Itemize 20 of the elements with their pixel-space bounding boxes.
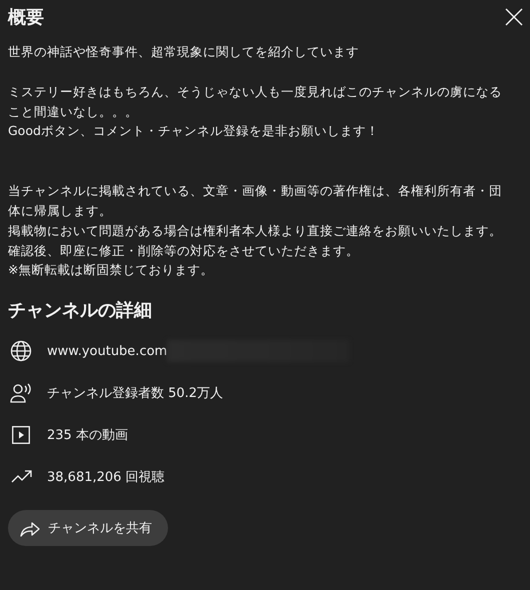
detail-text: 38,681,206 回視聴 [47,469,165,486]
person-icon [10,383,32,404]
description-text: Goodボタン、コメント・チャンネル登録を是非お願いします！ [8,122,380,140]
globe-icon [10,340,32,362]
detail-text: 235 本の動画 [47,427,128,444]
panel-title: 概要 [8,6,44,29]
description-text: 掲載物において問題がある場合は権利者本人様より直接ご連絡をお願いいたします。 [8,222,503,240]
close-icon [505,8,523,26]
description-text: ミステリー好きはもちろん、そうじゃない人も一度見ればこのチャンネルの虜になること間違いなし。。。 [8,82,503,121]
share-button[interactable]: チャンネルを共有 [8,510,168,546]
description-text: 世界の神話や怪奇事件、超常現象に関してを紹介しています [8,43,360,61]
description-text: ※無断転載は断固禁じております。 [8,261,214,280]
channel-link[interactable]: www.youtube.com [47,344,168,359]
close-button[interactable] [504,7,524,27]
trending-icon [10,470,32,484]
description-text: 確認後、即座に修正・削除等の対応をさせていただきます。 [8,242,360,260]
section-heading: チャンネルの詳細 [8,299,153,322]
play-icon [12,426,30,444]
detail-text: チャンネル登録者数 50.2万人 [47,385,224,402]
description-text: 当チャンネルに掲載されている、文章・画像・動画等の著作権は、各権利所有者・団体に帰属します。 [8,182,503,220]
